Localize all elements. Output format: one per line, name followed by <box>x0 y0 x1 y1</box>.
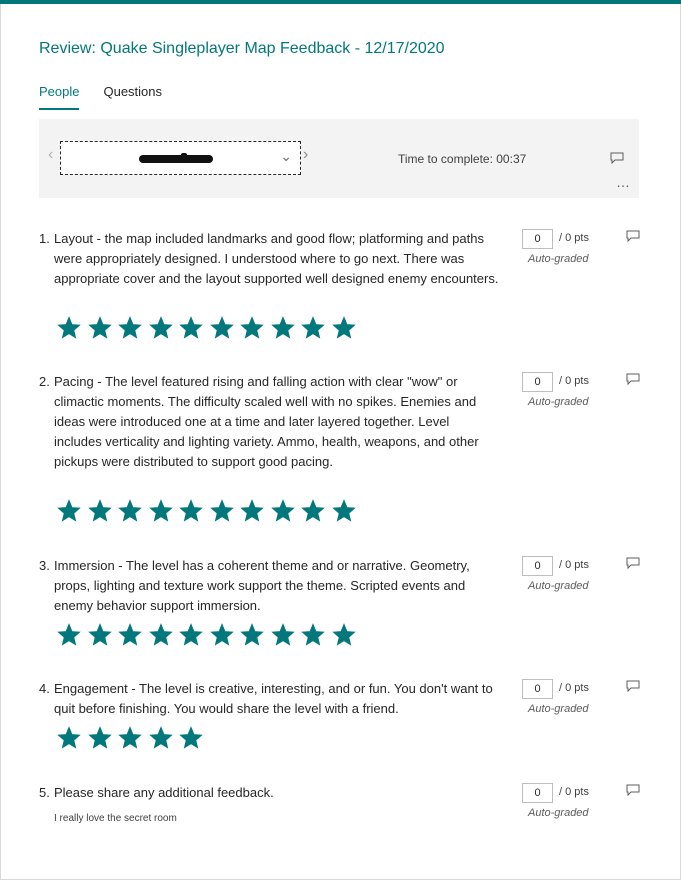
question-text: Pacing - The level featured rising and f… <box>54 374 479 469</box>
comment-icon[interactable] <box>626 679 640 693</box>
star-icon <box>118 499 149 523</box>
star-icon <box>240 623 271 647</box>
points-total: / 0 pts <box>559 786 589 798</box>
star-icon <box>148 499 180 523</box>
star-icon <box>87 726 119 750</box>
question-text: Engagement - The level is creative, inte… <box>54 681 493 716</box>
star-icon <box>57 316 88 340</box>
star-icon <box>118 726 149 750</box>
more-options-icon[interactable]: … <box>616 175 631 189</box>
respondent-bar: ‹ ⌄ › Time to complete: 00:37 … <box>39 119 639 198</box>
tab-people[interactable]: People <box>39 84 80 110</box>
star-icon <box>118 623 149 647</box>
star-icon <box>57 623 88 647</box>
star-rating <box>57 726 210 750</box>
star-icon <box>148 623 180 647</box>
question-number: 5. <box>39 785 50 800</box>
chevron-left-icon[interactable]: ‹ <box>48 147 53 163</box>
star-icon <box>57 499 88 523</box>
star-icon <box>301 316 332 340</box>
auto-graded-label: Auto-graded <box>528 807 589 819</box>
comment-icon[interactable] <box>626 372 640 386</box>
points-total: / 0 pts <box>559 232 589 244</box>
comment-icon[interactable] <box>626 229 640 243</box>
star-icon <box>148 316 180 340</box>
star-icon <box>209 499 241 523</box>
redacted-name <box>139 155 213 163</box>
question-number: 4. <box>39 681 50 696</box>
question-number: 3. <box>39 558 50 573</box>
chevron-down-icon: ⌄ <box>280 148 292 164</box>
star-icon <box>87 499 119 523</box>
star-icon <box>57 726 88 750</box>
points-input[interactable]: 0 <box>522 679 553 699</box>
question-text: Layout - the map included landmarks and … <box>54 231 499 286</box>
star-icon <box>87 316 119 340</box>
question-text: Immersion - The level has a coherent the… <box>54 558 470 613</box>
tab-questions[interactable]: Questions <box>103 84 162 110</box>
star-rating <box>57 623 362 647</box>
page-title: Review: Quake Singleplayer Map Feedback … <box>39 40 445 57</box>
comment-icon[interactable] <box>626 556 640 570</box>
star-icon <box>270 316 302 340</box>
comment-icon[interactable] <box>610 151 624 165</box>
points-input[interactable]: 0 <box>522 783 553 803</box>
star-icon <box>87 623 119 647</box>
view-tabs: People Questions <box>39 84 162 110</box>
star-icon <box>179 623 210 647</box>
question-text: Please share any additional feedback. <box>54 785 274 800</box>
star-icon <box>270 499 302 523</box>
points-total: / 0 pts <box>559 375 589 387</box>
star-rating <box>57 316 362 340</box>
star-icon <box>331 499 363 523</box>
star-icon <box>209 316 241 340</box>
star-icon <box>301 499 332 523</box>
time-to-complete: Time to complete: 00:37 <box>398 152 527 166</box>
top-accent-bar <box>0 0 681 4</box>
chevron-right-icon[interactable]: › <box>303 147 308 163</box>
points-input[interactable]: 0 <box>522 556 553 576</box>
star-icon <box>301 623 332 647</box>
comment-icon[interactable] <box>626 783 640 797</box>
star-icon <box>270 623 302 647</box>
points-input[interactable]: 0 <box>522 372 553 392</box>
star-icon <box>240 499 271 523</box>
points-input[interactable]: 0 <box>522 229 553 249</box>
question-number: 2. <box>39 374 50 389</box>
respondent-dropdown[interactable]: ⌄ <box>60 141 301 175</box>
star-icon <box>240 316 271 340</box>
star-icon <box>179 726 210 750</box>
auto-graded-label: Auto-graded <box>528 580 589 592</box>
question-number: 1. <box>39 231 50 246</box>
answer-text: I really love the secret room <box>54 813 177 824</box>
star-icon <box>179 316 210 340</box>
star-icon <box>331 316 363 340</box>
star-rating <box>57 499 362 523</box>
star-icon <box>179 499 210 523</box>
star-icon <box>118 316 149 340</box>
points-total: / 0 pts <box>559 682 589 694</box>
star-icon <box>209 623 241 647</box>
auto-graded-label: Auto-graded <box>528 703 589 715</box>
redacted-name-mark <box>181 153 187 157</box>
points-total: / 0 pts <box>559 559 589 571</box>
star-icon <box>148 726 180 750</box>
auto-graded-label: Auto-graded <box>528 253 589 265</box>
auto-graded-label: Auto-graded <box>528 396 589 408</box>
star-icon <box>331 623 363 647</box>
